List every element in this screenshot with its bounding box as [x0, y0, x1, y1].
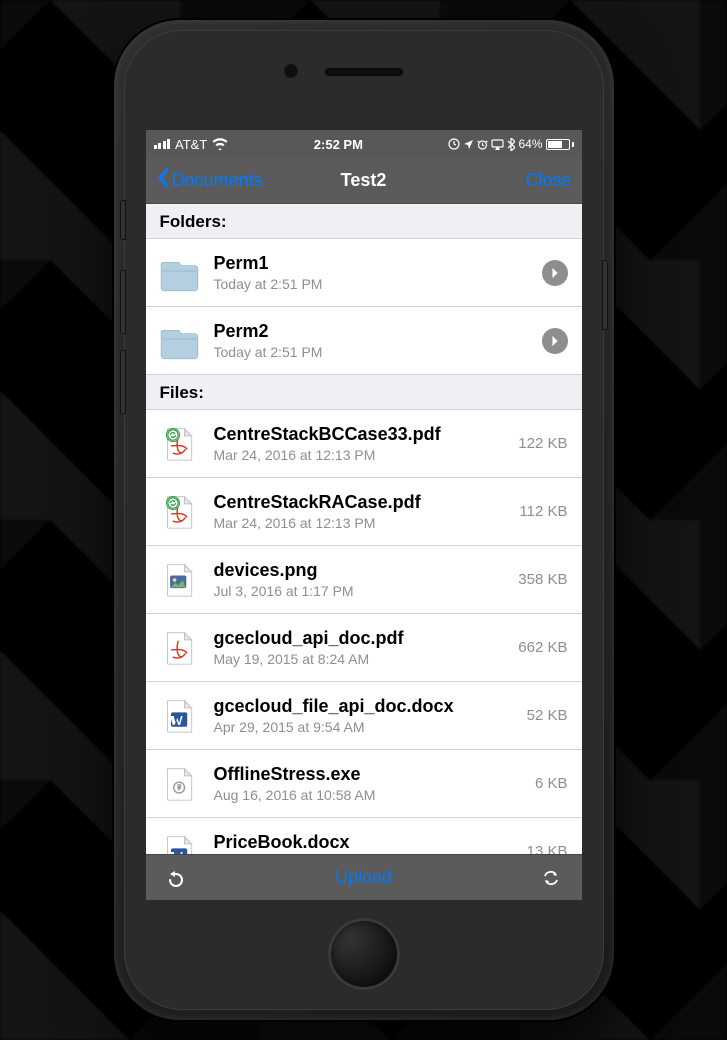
airplay-icon — [491, 139, 504, 150]
nav-title: Test2 — [341, 170, 387, 191]
disclosure-button[interactable] — [542, 260, 568, 286]
file-date: Aug 16, 2016 at 10:58 AM — [214, 787, 527, 803]
screen: AT&T 2:52 PM 64% — [146, 130, 582, 900]
front-camera — [284, 64, 298, 78]
content-scroll[interactable]: Folders: Perm1 Today at 2:51 PM Perm2 To… — [146, 204, 582, 854]
carrier-label: AT&T — [175, 137, 207, 152]
files-header: Files: — [146, 375, 582, 410]
location-icon — [463, 139, 474, 150]
alarm-icon — [477, 139, 488, 150]
mute-switch — [120, 200, 126, 240]
phone-frame: AT&T 2:52 PM 64% — [114, 20, 614, 1020]
battery-percent: 64% — [518, 137, 542, 151]
folder-text: Perm1 Today at 2:51 PM — [214, 253, 534, 292]
status-time: 2:52 PM — [314, 137, 363, 152]
file-text: CentreStackBCCase33.pdf Mar 24, 2016 at … — [214, 424, 511, 463]
file-text: gcecloud_api_doc.pdf May 19, 2015 at 8:2… — [214, 628, 511, 667]
folder-date: Today at 2:51 PM — [214, 344, 534, 360]
volume-up-button — [120, 270, 126, 334]
folder-name: Perm2 — [214, 321, 534, 342]
rotation-lock-icon — [448, 138, 460, 150]
sync-button[interactable] — [541, 868, 561, 888]
speaker-grille — [325, 68, 403, 76]
toolbar: Upload — [146, 854, 582, 900]
upload-button[interactable]: Upload — [335, 867, 392, 888]
home-button[interactable] — [328, 918, 400, 990]
status-bar: AT&T 2:52 PM 64% — [146, 130, 582, 158]
file-date: Jul 3, 2016 at 1:17 PM — [214, 583, 511, 599]
file-size: 6 KB — [535, 775, 568, 792]
file-name: gcecloud_file_api_doc.docx — [214, 696, 519, 717]
sync-badge-icon — [166, 496, 180, 510]
file-row[interactable]: PriceBook.docx Mar 24, 2016 at 12:21 PM … — [146, 818, 582, 854]
file-icon — [158, 694, 202, 738]
volume-down-button — [120, 350, 126, 414]
file-size: 52 KB — [527, 707, 568, 724]
file-text: OfflineStress.exe Aug 16, 2016 at 10:58 … — [214, 764, 527, 803]
phone-bezel: AT&T 2:52 PM 64% — [124, 30, 604, 1010]
file-text: PriceBook.docx Mar 24, 2016 at 12:21 PM — [214, 832, 519, 854]
file-name: CentreStackRACase.pdf — [214, 492, 512, 513]
file-row[interactable]: devices.png Jul 3, 2016 at 1:17 PM 358 K… — [146, 546, 582, 614]
back-button[interactable]: Documents — [156, 168, 263, 193]
file-row[interactable]: gcecloud_file_api_doc.docx Apr 29, 2015 … — [146, 682, 582, 750]
chevron-left-icon — [156, 168, 170, 193]
file-name: PriceBook.docx — [214, 832, 519, 853]
refresh-button[interactable] — [166, 868, 186, 888]
file-row[interactable]: gcecloud_api_doc.pdf May 19, 2015 at 8:2… — [146, 614, 582, 682]
file-icon — [158, 626, 202, 670]
folder-text: Perm2 Today at 2:51 PM — [214, 321, 534, 360]
battery-icon — [546, 139, 574, 150]
folder-name: Perm1 — [214, 253, 534, 274]
file-size: 112 KB — [519, 503, 567, 520]
status-left: AT&T — [154, 137, 229, 152]
file-date: Mar 24, 2016 at 12:13 PM — [214, 447, 511, 463]
file-name: OfflineStress.exe — [214, 764, 527, 785]
file-size: 662 KB — [518, 639, 567, 656]
file-icon — [158, 830, 202, 855]
disclosure-button[interactable] — [542, 328, 568, 354]
folder-row[interactable]: Perm2 Today at 2:51 PM — [146, 307, 582, 375]
file-icon — [158, 762, 202, 806]
file-size: 13 KB — [527, 843, 568, 854]
file-row[interactable]: CentreStackRACase.pdf Mar 24, 2016 at 12… — [146, 478, 582, 546]
file-text: devices.png Jul 3, 2016 at 1:17 PM — [214, 560, 511, 599]
folders-list: Perm1 Today at 2:51 PM Perm2 Today at 2:… — [146, 239, 582, 375]
sync-badge-icon — [166, 428, 180, 442]
file-size: 122 KB — [518, 435, 567, 452]
navigation-bar: Documents Test2 Close — [146, 158, 582, 204]
file-icon — [158, 558, 202, 602]
file-date: Apr 29, 2015 at 9:54 AM — [214, 719, 519, 735]
status-right: 64% — [448, 137, 573, 151]
file-text: gcecloud_file_api_doc.docx Apr 29, 2015 … — [214, 696, 519, 735]
file-row[interactable]: OfflineStress.exe Aug 16, 2016 at 10:58 … — [146, 750, 582, 818]
folder-date: Today at 2:51 PM — [214, 276, 534, 292]
file-name: devices.png — [214, 560, 511, 581]
folder-icon — [158, 319, 202, 363]
file-row[interactable]: CentreStackBCCase33.pdf Mar 24, 2016 at … — [146, 410, 582, 478]
signal-icon — [154, 139, 171, 149]
file-size: 358 KB — [518, 571, 567, 588]
close-button[interactable]: Close — [525, 170, 571, 191]
folder-icon — [158, 251, 202, 295]
file-icon — [158, 490, 202, 534]
power-button — [602, 260, 608, 330]
back-label: Documents — [172, 170, 263, 191]
bluetooth-icon — [507, 138, 515, 151]
file-name: gcecloud_api_doc.pdf — [214, 628, 511, 649]
file-text: CentreStackRACase.pdf Mar 24, 2016 at 12… — [214, 492, 512, 531]
file-icon — [158, 422, 202, 466]
files-list: CentreStackBCCase33.pdf Mar 24, 2016 at … — [146, 410, 582, 854]
folders-header: Folders: — [146, 204, 582, 239]
file-name: CentreStackBCCase33.pdf — [214, 424, 511, 445]
file-date: May 19, 2015 at 8:24 AM — [214, 651, 511, 667]
close-label: Close — [525, 170, 571, 191]
wifi-icon — [212, 138, 228, 150]
folder-row[interactable]: Perm1 Today at 2:51 PM — [146, 239, 582, 307]
file-date: Mar 24, 2016 at 12:13 PM — [214, 515, 512, 531]
